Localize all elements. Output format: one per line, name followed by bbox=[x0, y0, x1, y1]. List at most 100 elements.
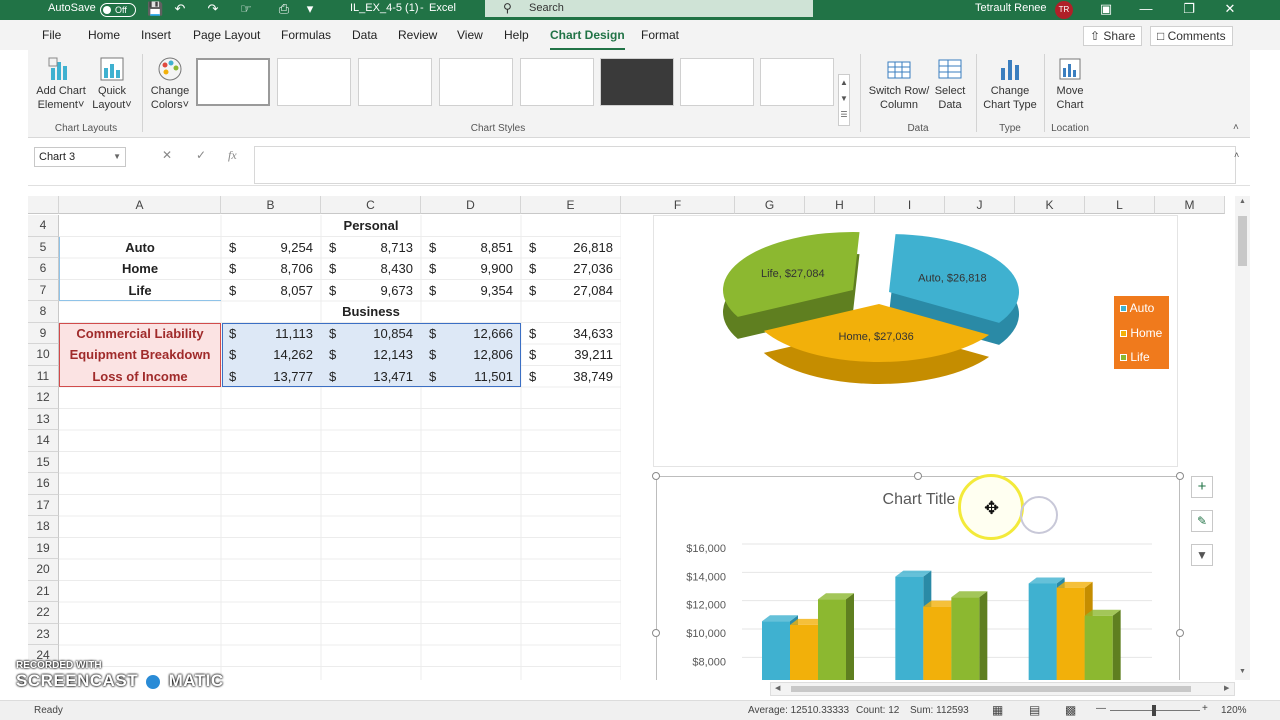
row-header[interactable]: 12 bbox=[28, 387, 59, 409]
worksheet-grid[interactable]: A B C D E F G H I J K L M 4 5 6 7 8 9 10… bbox=[28, 196, 1250, 680]
scroll-thumb[interactable] bbox=[1238, 216, 1247, 266]
name-box[interactable]: Chart 3 ▼ bbox=[34, 147, 126, 167]
row-label[interactable]: Equipment Breakdown bbox=[59, 344, 221, 366]
row-header[interactable]: 21 bbox=[28, 580, 59, 602]
chart-style-7[interactable] bbox=[680, 58, 754, 106]
row-header[interactable]: 14 bbox=[28, 430, 59, 452]
row-label[interactable]: Auto bbox=[59, 237, 221, 259]
scroll-left-icon[interactable]: ◀ bbox=[775, 684, 780, 692]
row-header[interactable]: 6 bbox=[28, 258, 59, 280]
zoom-in-icon[interactable]: + bbox=[1202, 703, 1208, 714]
row-header[interactable]: 19 bbox=[28, 537, 59, 559]
change-chart-type-button[interactable]: Change Chart Type bbox=[980, 56, 1040, 112]
column-header-k[interactable]: K bbox=[1015, 196, 1085, 214]
value-cell-b[interactable]: 8,706 bbox=[221, 258, 321, 280]
column-header-g[interactable]: G bbox=[735, 196, 805, 214]
tab-file[interactable]: File bbox=[42, 28, 61, 42]
chart-style-8[interactable] bbox=[760, 58, 834, 106]
normal-view-icon[interactable]: ▦ bbox=[992, 703, 1003, 717]
autosave-toggle[interactable]: Off bbox=[100, 3, 136, 17]
value-cell-d[interactable]: 11,501 bbox=[421, 366, 521, 388]
column-header-h[interactable]: H bbox=[805, 196, 875, 214]
value-cell-c[interactable]: 12,143 bbox=[321, 344, 421, 366]
value-cell-e[interactable]: 27,036 bbox=[521, 258, 621, 280]
row-label[interactable]: Commercial Liability bbox=[59, 323, 221, 345]
tab-home[interactable]: Home bbox=[88, 28, 120, 42]
page-break-view-icon[interactable]: ▩ bbox=[1065, 703, 1076, 717]
cancel-icon[interactable]: ✕ bbox=[162, 148, 172, 162]
minimize-icon[interactable]: — bbox=[1138, 1, 1154, 17]
move-chart-button[interactable]: Move Chart bbox=[1050, 56, 1090, 112]
value-cell-d[interactable]: 8,851 bbox=[421, 237, 521, 259]
value-cell-d[interactable]: 12,666 bbox=[421, 323, 521, 345]
chart-style-2[interactable] bbox=[277, 58, 351, 106]
value-cell-c[interactable]: 8,713 bbox=[321, 237, 421, 259]
print-preview-icon[interactable]: ⎙ bbox=[276, 1, 292, 17]
save-icon[interactable]: 💾 bbox=[147, 1, 163, 17]
zoom-level[interactable]: 120% bbox=[1221, 705, 1247, 716]
search-box[interactable]: ⚲ Search bbox=[485, 0, 813, 17]
select-data-button[interactable]: Select Data bbox=[932, 56, 968, 112]
enter-icon[interactable]: ✓ bbox=[196, 148, 206, 162]
column-header-b[interactable]: B bbox=[221, 196, 321, 214]
row-header[interactable]: 13 bbox=[28, 408, 59, 430]
row-header[interactable]: 22 bbox=[28, 602, 59, 624]
column-header-a[interactable]: A bbox=[59, 196, 221, 214]
row-header[interactable]: 4 bbox=[28, 215, 59, 237]
resize-handle[interactable] bbox=[914, 472, 922, 480]
value-cell-b[interactable]: 14,262 bbox=[221, 344, 321, 366]
comments-button[interactable]: □ Comments bbox=[1150, 26, 1233, 46]
chart-style-6[interactable] bbox=[600, 58, 674, 106]
chart-style-1[interactable] bbox=[196, 58, 270, 106]
change-colors-button[interactable]: Change Colors˅ bbox=[146, 56, 194, 112]
scroll-up-icon[interactable]: ▲ bbox=[1239, 198, 1246, 205]
chart-elements-button[interactable]: + bbox=[1191, 476, 1213, 498]
share-button[interactable]: ⇧ Share bbox=[1083, 26, 1143, 46]
formula-input[interactable] bbox=[254, 146, 1236, 184]
column-header-l[interactable]: L bbox=[1085, 196, 1155, 214]
column-header-i[interactable]: I bbox=[875, 196, 945, 214]
hscroll-thumb[interactable] bbox=[791, 686, 1191, 692]
column-header-j[interactable]: J bbox=[945, 196, 1015, 214]
pie-legend[interactable]: Auto Home Life bbox=[1114, 296, 1169, 369]
expand-formula-bar-icon[interactable]: ˄ bbox=[1234, 150, 1239, 160]
quick-layout-button[interactable]: Quick Layout˅ bbox=[90, 56, 134, 112]
row-header[interactable]: 16 bbox=[28, 473, 59, 495]
undo-icon[interactable]: ↶ bbox=[172, 1, 188, 17]
row-header[interactable]: 11 bbox=[28, 365, 59, 387]
tab-data[interactable]: Data bbox=[352, 28, 377, 42]
value-cell-c[interactable]: 8,430 bbox=[321, 258, 421, 280]
page-layout-view-icon[interactable]: ▤ bbox=[1029, 703, 1040, 717]
value-cell-d[interactable]: 9,354 bbox=[421, 280, 521, 302]
resize-handle[interactable] bbox=[1176, 472, 1184, 480]
insert-function-icon[interactable]: fx bbox=[228, 148, 237, 163]
select-all-corner[interactable] bbox=[28, 196, 59, 214]
tab-format[interactable]: Format bbox=[641, 28, 679, 42]
column-header-f[interactable]: F bbox=[621, 196, 735, 214]
value-cell-c[interactable]: 10,854 bbox=[321, 323, 421, 345]
vertical-scrollbar[interactable]: ▲ ▼ bbox=[1235, 196, 1250, 680]
resize-handle[interactable] bbox=[652, 629, 660, 637]
horizontal-scrollbar[interactable]: ◀ ▶ bbox=[770, 682, 1235, 696]
row-header[interactable]: 10 bbox=[28, 344, 59, 366]
column-header-e[interactable]: E bbox=[521, 196, 621, 214]
row-header[interactable]: 20 bbox=[28, 559, 59, 581]
add-chart-element-button[interactable]: Add Chart Element˅ bbox=[36, 56, 86, 112]
pie-chart[interactable]: Auto, $26,818 Home, $27,036 Life, $27,084 … bbox=[653, 215, 1178, 467]
row-label[interactable]: Home bbox=[59, 258, 221, 280]
value-cell-b[interactable]: 13,777 bbox=[221, 366, 321, 388]
touch-mode-icon[interactable]: ☞ bbox=[238, 1, 254, 17]
value-cell-e[interactable]: 26,818 bbox=[521, 237, 621, 259]
value-cell-d[interactable]: 12,806 bbox=[421, 344, 521, 366]
row-header[interactable]: 5 bbox=[28, 236, 59, 258]
value-cell-d[interactable]: 9,900 bbox=[421, 258, 521, 280]
personal-header[interactable]: Personal bbox=[221, 215, 521, 237]
close-icon[interactable]: ✕ bbox=[1222, 1, 1238, 17]
tab-insert[interactable]: Insert bbox=[141, 28, 171, 42]
row-header[interactable]: 23 bbox=[28, 623, 59, 645]
column-header-d[interactable]: D bbox=[421, 196, 521, 214]
chart-styles-scroll[interactable]: ▲ ▼ ☰ bbox=[838, 74, 850, 126]
tab-view[interactable]: View bbox=[457, 28, 483, 42]
value-cell-e[interactable]: 38,749 bbox=[521, 366, 621, 388]
customize-qat-icon[interactable]: ▾ bbox=[302, 1, 318, 17]
